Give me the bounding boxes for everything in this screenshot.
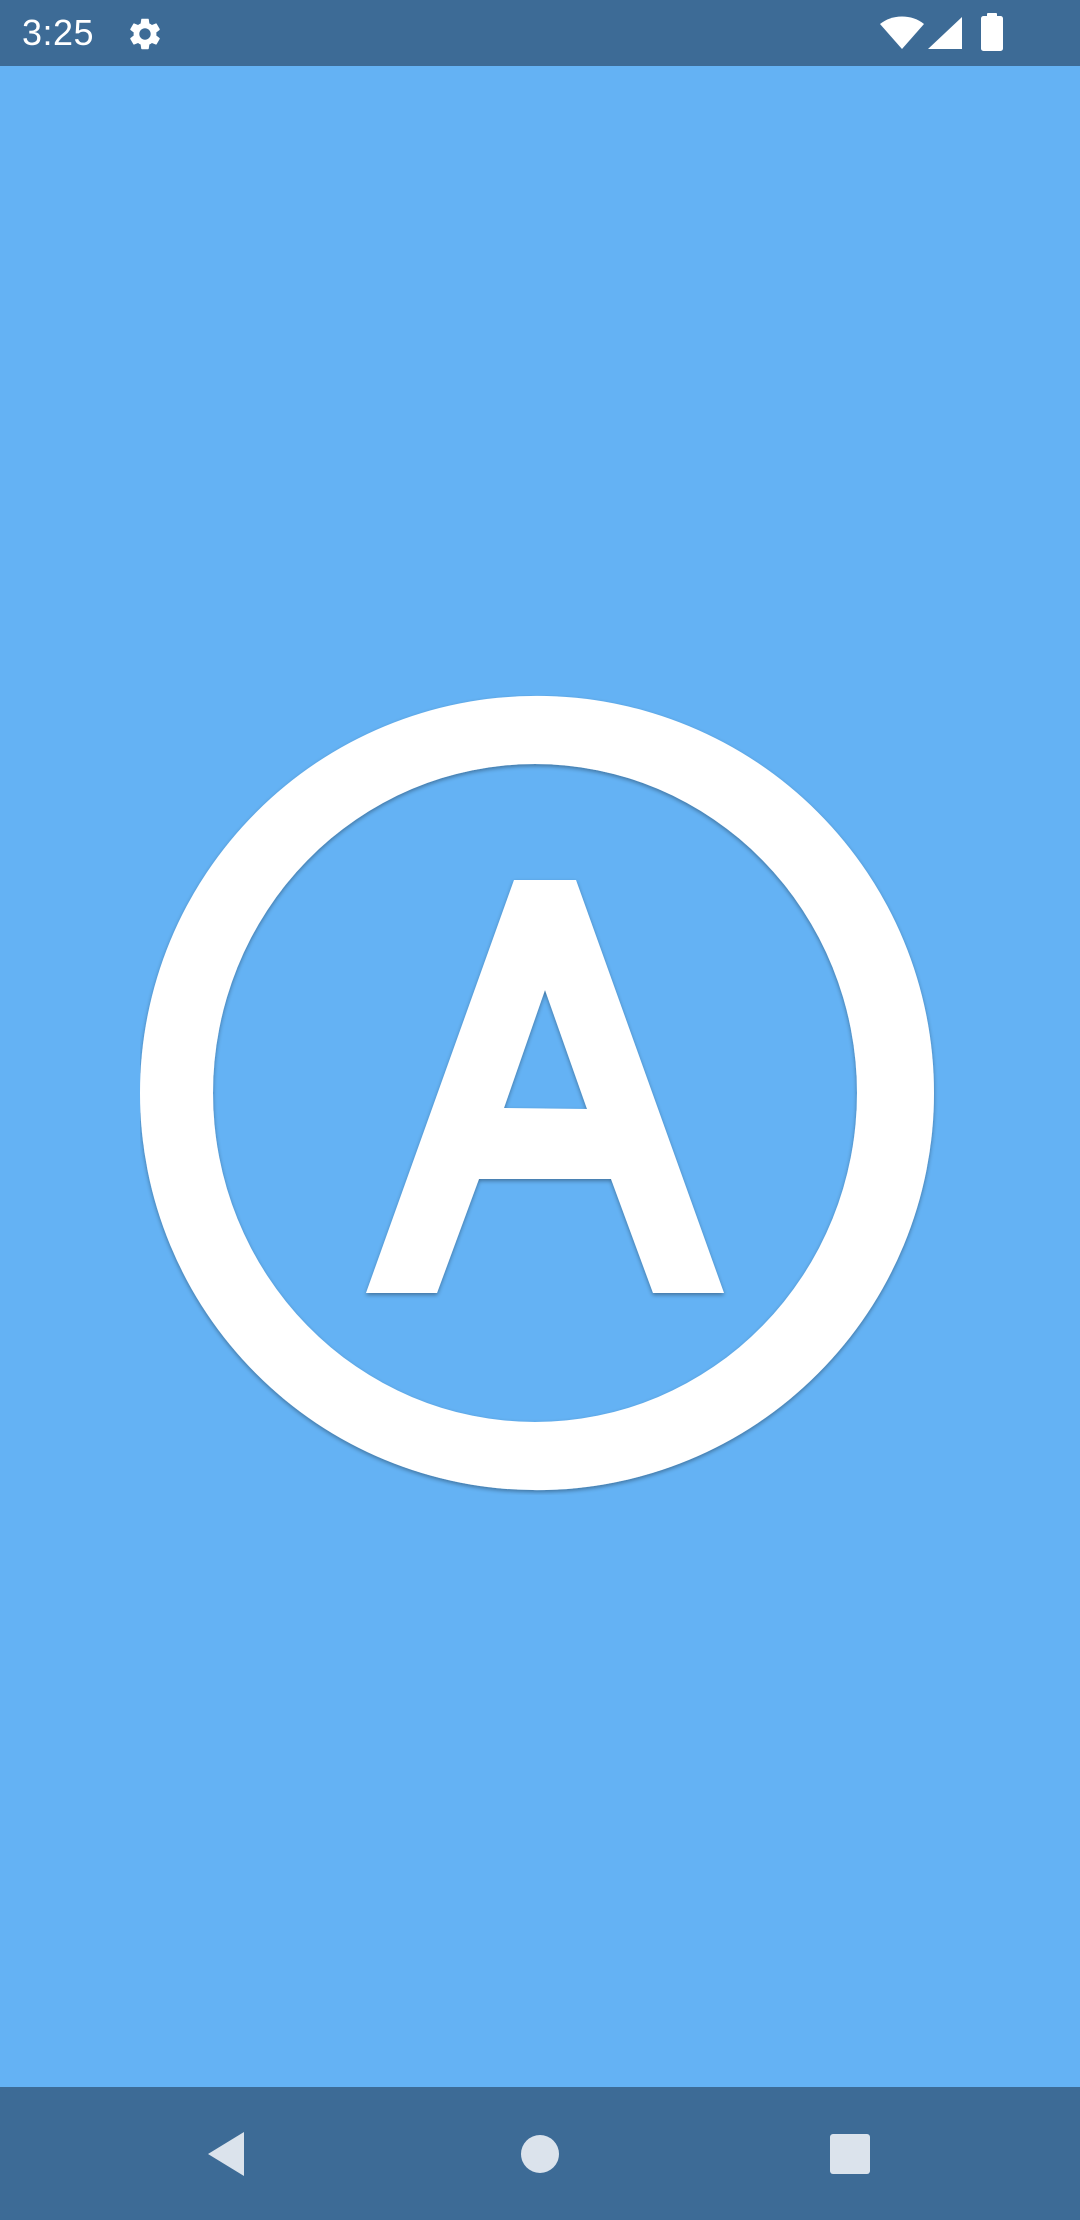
- home-button[interactable]: [440, 2087, 640, 2220]
- home-circle-icon: [521, 2134, 559, 2173]
- splash-screen: 3:25: [0, 0, 1080, 2220]
- cell-signal-icon: [928, 17, 962, 49]
- recents-square-icon: [830, 2133, 870, 2174]
- status-bar: 3:25: [0, 0, 1080, 66]
- wifi-icon: [880, 16, 924, 49]
- navigation-bar: [0, 2087, 1080, 2220]
- recents-button[interactable]: [750, 2087, 950, 2220]
- back-button[interactable]: [126, 2087, 326, 2220]
- circled-a-logo: [140, 696, 934, 1490]
- settings-icon: [130, 18, 160, 50]
- status-time: 3:25: [22, 12, 95, 53]
- back-triangle-icon: [208, 2131, 244, 2176]
- battery-icon: [981, 13, 1003, 51]
